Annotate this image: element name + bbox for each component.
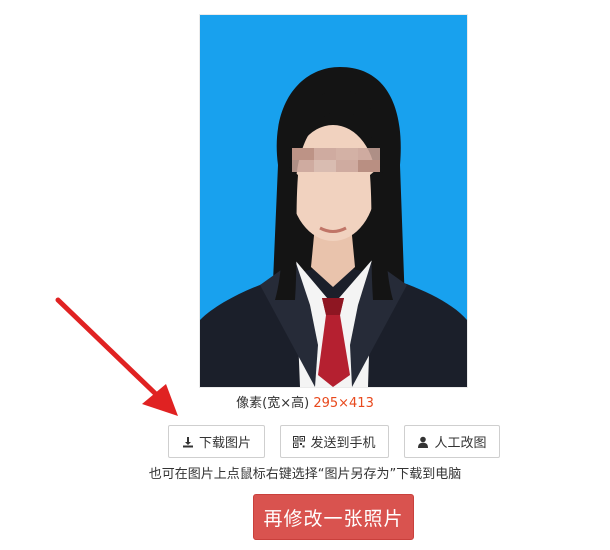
user-icon — [417, 436, 429, 448]
send-to-phone-button[interactable]: 发送到手机 — [280, 425, 389, 458]
qrcode-icon — [293, 435, 306, 448]
download-button-label: 下载图片 — [198, 436, 251, 451]
pixel-info: 像素(宽×高) 295×413 — [0, 395, 610, 413]
send-button-label: 发送到手机 — [310, 436, 376, 451]
download-icon — [182, 436, 194, 448]
download-button[interactable]: 下载图片 — [168, 425, 265, 458]
manual-edit-button[interactable]: 人工改图 — [404, 425, 500, 458]
manual-button-label: 人工改图 — [434, 436, 487, 451]
portrait-image — [200, 15, 467, 387]
page: 像素(宽×高) 295×413 下载图片 发送到手机 人工改图 也可在图片上点鼠… — [0, 0, 610, 550]
id-photo[interactable] — [200, 15, 467, 387]
pixel-info-label: 像素(宽×高) — [236, 396, 310, 411]
pixel-dimensions: 295×413 — [313, 396, 374, 411]
save-hint-text: 也可在图片上点鼠标右键选择“图片另存为”下载到电脑 — [148, 467, 462, 482]
retake-photo-button[interactable]: 再修改一张照片 — [253, 494, 414, 540]
